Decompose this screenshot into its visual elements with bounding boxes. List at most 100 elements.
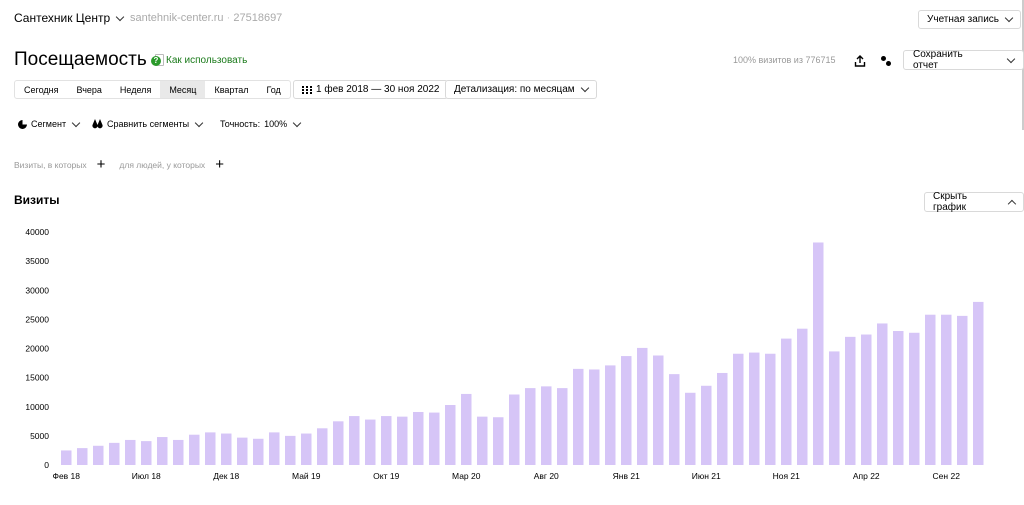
period-tab[interactable]: Сегодня xyxy=(15,81,68,98)
chart-bar[interactable] xyxy=(365,419,376,465)
x-tick-label: Апр 22 xyxy=(853,471,880,481)
chart-bar[interactable] xyxy=(893,331,904,465)
chart-bar[interactable] xyxy=(669,374,680,465)
share-icon[interactable] xyxy=(876,51,896,71)
site-selector[interactable]: Сантехник Центр xyxy=(14,11,125,25)
chart-bar[interactable] xyxy=(253,438,264,465)
chart-bar[interactable] xyxy=(221,433,232,465)
export-icon[interactable] xyxy=(850,51,870,71)
chart-bar[interactable] xyxy=(509,394,520,465)
chart-bar[interactable] xyxy=(397,416,408,465)
chart-bar[interactable] xyxy=(957,315,968,465)
chart-bar[interactable] xyxy=(557,388,568,465)
y-tick-label: 30000 xyxy=(25,285,49,295)
people-filter-label: для людей, у которых xyxy=(119,159,206,170)
chart-bar[interactable] xyxy=(301,433,312,465)
chart-bar[interactable] xyxy=(749,352,760,465)
chart-bar[interactable] xyxy=(381,416,392,465)
add-people-filter-icon[interactable]: + xyxy=(215,157,224,172)
chart-bar[interactable] xyxy=(157,437,168,465)
page-title: Посещаемость xyxy=(14,49,164,71)
chart-bar[interactable] xyxy=(109,442,120,465)
chart-bar[interactable] xyxy=(829,351,840,465)
chart-bar[interactable] xyxy=(445,405,456,465)
accuracy-value: 100% xyxy=(264,119,288,129)
chart-bar[interactable] xyxy=(861,334,872,465)
save-report-label: Сохранить отчет xyxy=(913,49,963,71)
hide-chart-button[interactable]: Скрыть график xyxy=(924,191,1024,213)
chart-bar[interactable] xyxy=(621,356,632,465)
chart-bar[interactable] xyxy=(541,386,552,465)
chart-bar[interactable] xyxy=(701,385,712,465)
y-tick-label: 5000 xyxy=(30,431,49,441)
site-url: santehnik-center.ru xyxy=(130,12,224,24)
x-tick-label: Мар 20 xyxy=(452,471,481,481)
chart-bar[interactable] xyxy=(845,336,856,465)
chart-bar[interactable] xyxy=(941,314,952,465)
chart-bar[interactable] xyxy=(685,392,696,465)
save-report-button[interactable]: Сохранить отчет xyxy=(903,49,1024,71)
visits-filter-label: Визиты, в которых xyxy=(14,159,87,170)
period-tab[interactable]: Неделя xyxy=(111,81,160,98)
chevron-down-icon xyxy=(292,118,302,127)
detail-dropdown[interactable]: Детализация: по месяцам xyxy=(445,80,597,99)
chart-bar[interactable] xyxy=(429,412,440,465)
chart-bar[interactable] xyxy=(93,445,104,465)
chart-bar[interactable] xyxy=(909,332,920,465)
x-tick-label: Дек 18 xyxy=(213,471,239,481)
date-range-button[interactable]: 1 фев 2018 — 30 ноя 2022 xyxy=(293,80,449,99)
chart-bar[interactable] xyxy=(973,301,984,465)
chart-bar[interactable] xyxy=(349,416,360,465)
period-tab[interactable]: Вчера xyxy=(68,81,111,98)
chart-bar[interactable] xyxy=(61,450,72,465)
chart-bar[interactable] xyxy=(797,328,808,465)
account-button[interactable]: Учетная запись xyxy=(918,10,1022,29)
chart-bar[interactable] xyxy=(525,388,536,465)
accuracy-button[interactable]: Точность: 100% xyxy=(220,118,302,129)
compare-segments-button[interactable]: Сравнить сегменты xyxy=(92,118,204,129)
chart-bar[interactable] xyxy=(237,437,248,465)
chart-bar[interactable] xyxy=(285,435,296,465)
chart-bar[interactable] xyxy=(141,441,152,465)
period-tab[interactable]: Месяц xyxy=(160,81,206,98)
chart-bar[interactable] xyxy=(637,347,648,465)
chart-bar[interactable] xyxy=(173,439,184,465)
chart-bar[interactable] xyxy=(477,416,488,465)
x-tick-label: Июл 18 xyxy=(132,471,161,481)
counter-id: 27518697 xyxy=(233,12,283,24)
x-tick-label: Янв 21 xyxy=(613,471,640,481)
chart-bar[interactable] xyxy=(781,338,792,465)
chevron-down-icon xyxy=(580,83,589,93)
y-tick-label: 10000 xyxy=(25,402,49,412)
chart-bar[interactable] xyxy=(813,242,824,465)
chart-bar[interactable] xyxy=(493,417,504,465)
chart-bar[interactable] xyxy=(605,365,616,465)
chevron-down-icon xyxy=(194,118,204,127)
chart-bar[interactable] xyxy=(125,439,136,465)
chart-bar[interactable] xyxy=(269,432,280,465)
chart-bar[interactable] xyxy=(205,432,216,465)
chart-bar[interactable] xyxy=(189,434,200,465)
accuracy-label: Точность: xyxy=(220,119,261,129)
period-tab[interactable]: Квартал xyxy=(205,81,257,98)
chart-bar[interactable] xyxy=(589,369,600,465)
chart-bar[interactable] xyxy=(717,372,728,465)
chart-bar[interactable] xyxy=(925,314,936,465)
chevron-down-icon xyxy=(115,12,125,21)
chart-bar[interactable] xyxy=(413,411,424,465)
howto-link[interactable]: ? Как использовать xyxy=(151,55,247,66)
chart-bar[interactable] xyxy=(573,368,584,465)
chart-bar[interactable] xyxy=(877,323,888,465)
period-tab[interactable]: Год xyxy=(257,81,289,98)
segment-button[interactable]: Сегмент xyxy=(18,118,81,129)
chart-bar[interactable] xyxy=(653,355,664,465)
compare-label: Сравнить сегменты xyxy=(107,119,190,129)
chart-bar[interactable] xyxy=(77,448,88,465)
chart-title: Визиты xyxy=(14,193,60,207)
chart-bar[interactable] xyxy=(765,353,776,465)
add-visits-filter-icon[interactable]: + xyxy=(97,157,106,172)
chart-bar[interactable] xyxy=(317,428,328,465)
chart-bar[interactable] xyxy=(333,421,344,465)
chart-bar[interactable] xyxy=(461,393,472,465)
chart-bar[interactable] xyxy=(733,353,744,465)
